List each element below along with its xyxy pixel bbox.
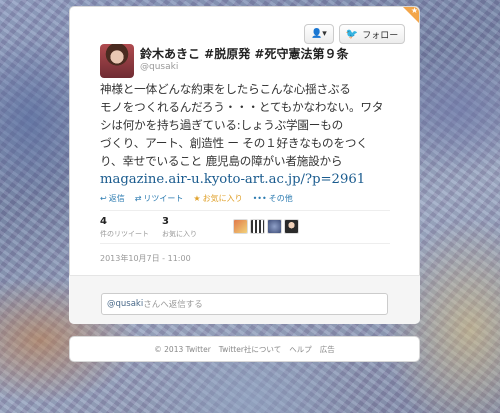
- reply-placeholder: さんへ返信する: [143, 300, 203, 310]
- help-link[interactable]: ヘルプ: [289, 344, 312, 355]
- reply-mention: @qusaki: [107, 299, 144, 309]
- favoriter-avatars: [233, 219, 299, 234]
- more-action[interactable]: ••• その他: [253, 193, 293, 204]
- avatar[interactable]: [250, 219, 265, 234]
- avatar[interactable]: [233, 219, 248, 234]
- more-icon: •••: [252, 194, 267, 203]
- tweet-text-line: り、幸せでいること 鹿児島の障がい者施設から: [100, 154, 343, 168]
- retweet-count: 4: [100, 216, 107, 227]
- retweet-icon: ⇄: [134, 194, 142, 203]
- tweet-text-line: シは何かを持ち過ぎている:しょうぶ学園ーもの: [100, 118, 343, 132]
- retweet-action[interactable]: ⇄ リツイート: [135, 193, 184, 204]
- star-icon: ★: [410, 6, 418, 15]
- ads-link[interactable]: 広告: [320, 344, 335, 355]
- retweet-stat[interactable]: 4 件のリツイート: [100, 216, 162, 239]
- reply-action[interactable]: ↩ 返信: [100, 193, 125, 204]
- tweet-text-line: づくり、アート、創造性 ー その１好きなものをつく: [100, 136, 368, 150]
- twitter-bird-icon: 🐦: [345, 28, 359, 40]
- copyright-text: © 2013 Twitter: [154, 344, 211, 354]
- favorite-action[interactable]: ★ お気に入り: [193, 193, 242, 204]
- reply-input[interactable]: @qusaki さんへ返信する: [101, 293, 388, 315]
- favorite-label: お気に入り: [202, 194, 243, 203]
- tweet-stats: 4 件のリツイート 3 お気に入り: [100, 216, 224, 239]
- page-footer: © 2013 Twitter Twitter社について ヘルプ 広告: [69, 336, 420, 362]
- author-handle[interactable]: @qusaki: [140, 62, 178, 72]
- follow-button[interactable]: 🐦 フォロー: [338, 24, 406, 44]
- avatar[interactable]: [284, 219, 299, 234]
- tweet-link[interactable]: magazine.air-u.kyoto-art.ac.jp/?p=2961: [100, 172, 365, 187]
- avatar[interactable]: [100, 44, 134, 78]
- tweet-text-line: モノをつくれるんだろう・・・とてもかなわない。ワタ: [100, 100, 384, 114]
- author-name[interactable]: 鈴木あきこ #脱原発 #死守憲法第９条: [140, 45, 348, 62]
- user-menu-button[interactable]: 👤▾: [304, 24, 334, 44]
- favorite-count-label: お気に入り: [162, 230, 197, 238]
- header-actions: 👤▾ 🐦 フォロー: [304, 24, 406, 44]
- favorite-stat[interactable]: 3 お気に入り: [162, 216, 224, 239]
- divider: [100, 210, 390, 211]
- more-label: その他: [268, 194, 293, 203]
- reply-area: @qusaki さんへ返信する: [69, 275, 420, 324]
- reply-icon: ↩: [100, 194, 107, 203]
- retweet-label: リツイート: [143, 194, 184, 203]
- tweet-actions: ↩ 返信 ⇄ リツイート ★ お気に入り ••• その他: [100, 193, 293, 204]
- divider: [100, 243, 390, 244]
- star-icon: ★: [193, 194, 201, 203]
- person-icon: 👤▾: [311, 29, 327, 39]
- tweet-text: 神様と一体どんな約束をしたらこんな心揺さぶる モノをつくれるんだろう・・・とても…: [100, 80, 400, 189]
- reply-label: 返信: [108, 194, 125, 203]
- avatar[interactable]: [267, 219, 282, 234]
- follow-label: フォロー: [362, 30, 399, 41]
- retweet-count-label: 件のリツイート: [100, 230, 149, 238]
- tweet-timestamp[interactable]: 2013年10月7日 - 11:00: [100, 253, 191, 264]
- about-link[interactable]: Twitter社について: [219, 344, 281, 355]
- favorite-count: 3: [162, 216, 169, 227]
- tweet-text-line: 神様と一体どんな約束をしたらこんな心揺さぶる: [100, 82, 351, 96]
